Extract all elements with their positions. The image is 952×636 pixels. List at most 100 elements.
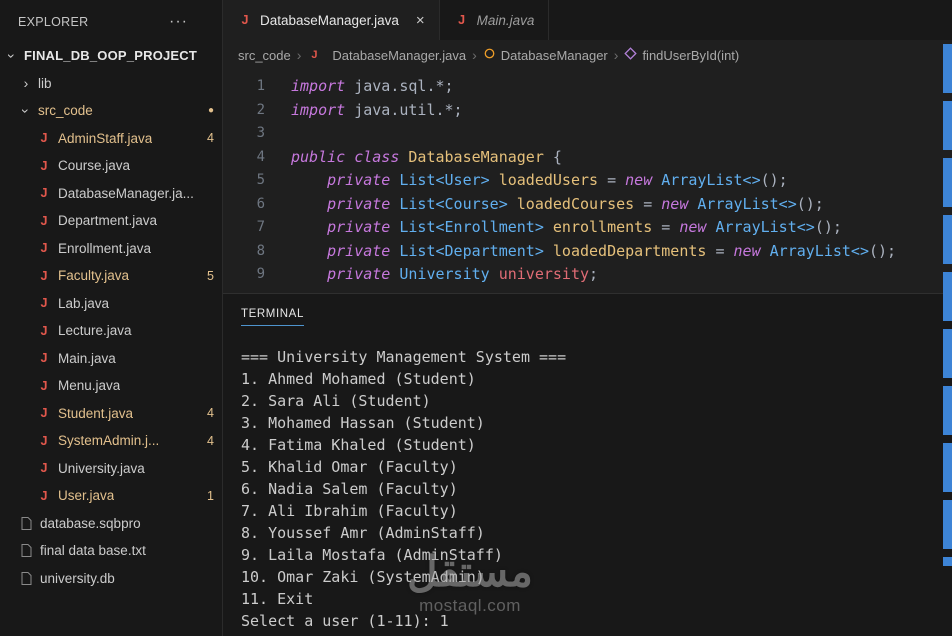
- file-tree: FINAL_DB_OOP_PROJECT lib src_code ● Admi…: [0, 42, 222, 592]
- terminal-line: 5. Khalid Omar (Faculty): [241, 458, 458, 476]
- tab-bar: DatabaseManager.java × Main.java: [223, 0, 952, 40]
- terminal-line: 3. Mohamed Hassan (Student): [241, 414, 485, 432]
- code-line: 2 import java.util.*;: [231, 99, 952, 123]
- terminal-line: 8. Youssef Amr (AdminStaff): [241, 524, 485, 542]
- terminal-panel: TERMINAL === University Management Syste…: [223, 293, 952, 636]
- class-symbol-icon: [483, 47, 496, 63]
- code-editor[interactable]: 1 import java.sql.*; 2 import java.util.*;…: [223, 70, 952, 293]
- tree-item-faculty-java[interactable]: Faculty.java 5: [0, 262, 222, 290]
- java-file-icon: [36, 460, 52, 476]
- chevron-down-icon: [4, 48, 20, 64]
- tree-item-databasemanager-java[interactable]: DatabaseManager.ja...: [0, 180, 222, 208]
- chevron-right-icon: ›: [296, 47, 302, 63]
- terminal-line: 1. Ahmed Mohamed (Student): [241, 370, 476, 388]
- terminal-line: 11. Exit: [241, 590, 314, 608]
- code-line: 9 private University university;: [231, 263, 952, 287]
- java-file-icon: [36, 158, 52, 174]
- tree-item-lab-java[interactable]: Lab.java: [0, 290, 222, 318]
- code-line: 8 private List<Department> loadedDepartm…: [231, 240, 952, 264]
- line-number: 4: [256, 148, 265, 165]
- panel-header: TERMINAL: [223, 294, 952, 326]
- file-icon: [18, 516, 34, 530]
- explorer-sidebar: EXPLORER ··· FINAL_DB_OOP_PROJECT lib sr…: [0, 0, 223, 636]
- tree-item-university-db[interactable]: university.db: [0, 565, 222, 593]
- java-file-icon: [36, 130, 52, 146]
- java-file-icon: [307, 48, 321, 62]
- tab-label: DatabaseManager.java: [260, 12, 399, 28]
- tree-item-final-db-oop-project[interactable]: FINAL_DB_OOP_PROJECT: [0, 42, 222, 70]
- line-number: 7: [256, 219, 265, 235]
- terminal-line: 2. Sara Ali (Student): [241, 392, 431, 410]
- tree-item-systemadmin-java[interactable]: SystemAdmin.j... 4: [0, 427, 222, 455]
- terminal-line: 4. Fatima Khaled (Student): [241, 436, 476, 454]
- breadcrumb: src_code › DatabaseManager.java › Databa…: [223, 40, 952, 70]
- line-number: 6: [256, 195, 265, 212]
- java-file-icon: [36, 240, 52, 256]
- line-number: 3: [256, 125, 265, 141]
- code-line: 6 private List<Course> loadedCourses = n…: [231, 193, 952, 217]
- more-actions-icon[interactable]: ···: [169, 13, 188, 31]
- tree-item-lecture-java[interactable]: Lecture.java: [0, 317, 222, 345]
- line-number: 2: [256, 101, 265, 118]
- breadcrumb-class[interactable]: DatabaseManager: [483, 47, 608, 63]
- tab-label: Main.java: [476, 12, 535, 28]
- tab-databasemanager-java[interactable]: DatabaseManager.java ×: [223, 0, 440, 40]
- code-line: 7 private List<Enrollment> enrollments =…: [231, 216, 952, 240]
- editor-area: DatabaseManager.java × Main.java src_cod…: [223, 0, 952, 636]
- java-file-icon: [36, 405, 52, 421]
- tree-item-department-java[interactable]: Department.java: [0, 207, 222, 235]
- git-changes-badge: 1: [207, 488, 214, 503]
- tree-item-university-java[interactable]: University.java: [0, 455, 222, 483]
- git-changes-badge: 4: [207, 406, 214, 421]
- modified-dot-badge: ●: [207, 105, 214, 117]
- tree-item-enrollment-java[interactable]: Enrollment.java: [0, 235, 222, 263]
- java-file-icon: [36, 350, 52, 366]
- java-file-icon: [36, 488, 52, 504]
- chevron-right-icon: ›: [472, 47, 477, 63]
- line-number: 5: [256, 172, 265, 188]
- breadcrumb-folder[interactable]: src_code: [238, 48, 291, 63]
- tree-item-student-java[interactable]: Student.java 4: [0, 400, 222, 428]
- tree-item-src-code[interactable]: src_code ●: [0, 97, 222, 125]
- code-line: 4 public class DatabaseManager {: [231, 146, 952, 170]
- tree-item-database-sqbpro[interactable]: database.sqbpro: [0, 510, 222, 538]
- scrollbar-marks[interactable]: [943, 44, 952, 566]
- tree-item-adminstaff-java[interactable]: AdminStaff.java 4: [0, 125, 222, 153]
- terminal-line: === University Management System ===: [241, 348, 567, 366]
- git-changes-badge: 4: [207, 131, 214, 146]
- tree-item-final-data-base-txt[interactable]: final data base.txt: [0, 537, 222, 565]
- chevron-down-icon: [18, 103, 34, 119]
- terminal-line: 9. Laila Mostafa (AdminStaff): [241, 546, 503, 564]
- terminal-output[interactable]: === University Management System === 1. …: [223, 326, 952, 632]
- breadcrumb-method[interactable]: findUserById(int): [624, 47, 739, 63]
- terminal-line: 10. Omar Zaki (SystemAdmin): [241, 568, 485, 586]
- java-file-icon: [36, 295, 52, 311]
- vscode-window: EXPLORER ··· FINAL_DB_OOP_PROJECT lib sr…: [0, 0, 952, 636]
- tree-item-course-java[interactable]: Course.java: [0, 152, 222, 180]
- java-file-icon: [36, 185, 52, 201]
- java-file-icon: [36, 323, 52, 339]
- tree-item-lib[interactable]: lib: [0, 70, 222, 98]
- java-file-icon: [36, 268, 52, 284]
- chevron-right-icon: [18, 75, 34, 91]
- method-symbol-icon: [624, 47, 638, 63]
- tree-item-user-java[interactable]: User.java 1: [0, 482, 222, 510]
- line-number: 1: [256, 78, 265, 94]
- line-number: 8: [256, 242, 265, 259]
- terminal-tab[interactable]: TERMINAL: [241, 308, 304, 326]
- file-icon: [18, 571, 34, 585]
- git-changes-badge: 4: [207, 433, 214, 448]
- file-icon: [18, 544, 34, 558]
- java-file-icon: [454, 12, 470, 28]
- tab-main-java[interactable]: Main.java: [439, 0, 550, 40]
- breadcrumb-file[interactable]: DatabaseManager.java: [307, 48, 466, 63]
- explorer-title: EXPLORER: [18, 15, 89, 29]
- explorer-header: EXPLORER ···: [0, 0, 222, 42]
- terminal-line: Select a user (1-11): 1: [241, 612, 449, 630]
- tree-item-menu-java[interactable]: Menu.java: [0, 372, 222, 400]
- java-file-icon: [36, 378, 52, 394]
- java-file-icon: [36, 433, 52, 449]
- java-file-icon: [36, 213, 52, 229]
- tree-item-main-java[interactable]: Main.java: [0, 345, 222, 373]
- close-icon[interactable]: ×: [416, 12, 425, 29]
